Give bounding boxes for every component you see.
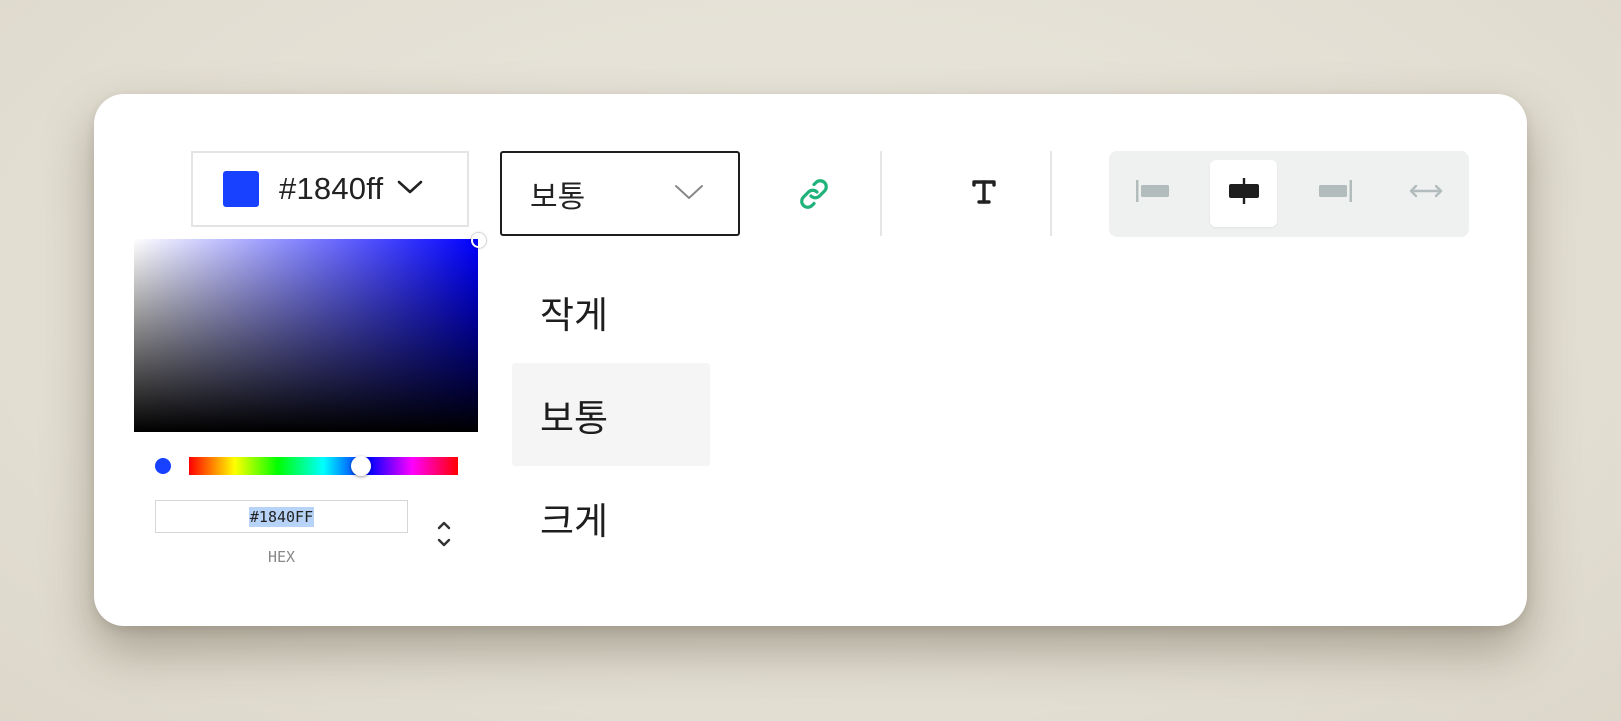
- saturation-cursor[interactable]: [471, 233, 486, 248]
- align-right-icon: [1315, 176, 1355, 211]
- hue-slider[interactable]: [189, 456, 458, 476]
- align-right-button[interactable]: [1301, 160, 1368, 227]
- formatting-panel: #1840ff #1840FF HEX 보통 작게 보통 크게: [94, 94, 1527, 626]
- link-icon: [794, 179, 834, 218]
- color-preview-dot: [155, 458, 171, 474]
- text-style-button[interactable]: [964, 172, 1004, 212]
- color-value-label: #1840ff: [279, 171, 384, 206]
- align-center-button[interactable]: [1210, 160, 1277, 227]
- alignment-group: [1109, 151, 1469, 237]
- hex-input-value: #1840FF: [248, 506, 315, 527]
- size-option-medium[interactable]: 보통: [512, 363, 710, 466]
- chevron-down-icon: [674, 183, 704, 206]
- full-width-button[interactable]: [1392, 160, 1459, 227]
- unfold-chevron-icon: [434, 521, 454, 554]
- align-center-icon: [1224, 176, 1264, 211]
- full-width-icon: [1406, 176, 1446, 211]
- color-mode-toggle[interactable]: [434, 518, 454, 550]
- black-gradient-layer: [134, 239, 478, 432]
- size-select[interactable]: 보통: [500, 151, 740, 236]
- saturation-value-area[interactable]: [134, 233, 486, 432]
- hue-slider-thumb[interactable]: [351, 456, 372, 476]
- hex-mode-label: HEX: [267, 548, 296, 566]
- size-option-large[interactable]: 크게: [512, 466, 710, 569]
- size-menu: 작게 보통 크게: [512, 260, 710, 569]
- hex-input[interactable]: #1840FF: [155, 500, 408, 533]
- chevron-down-icon: [397, 179, 423, 200]
- size-option-small[interactable]: 작게: [512, 260, 710, 363]
- link-button[interactable]: [794, 174, 834, 214]
- toolbar-divider: [880, 151, 882, 236]
- size-select-value: 보통: [530, 180, 586, 214]
- text-icon: [964, 180, 1004, 216]
- align-left-button[interactable]: [1119, 160, 1186, 227]
- toolbar-divider: [1050, 151, 1052, 236]
- color-picker-toggle[interactable]: #1840ff: [191, 151, 469, 227]
- align-left-icon: [1133, 176, 1173, 211]
- color-swatch: [223, 171, 259, 207]
